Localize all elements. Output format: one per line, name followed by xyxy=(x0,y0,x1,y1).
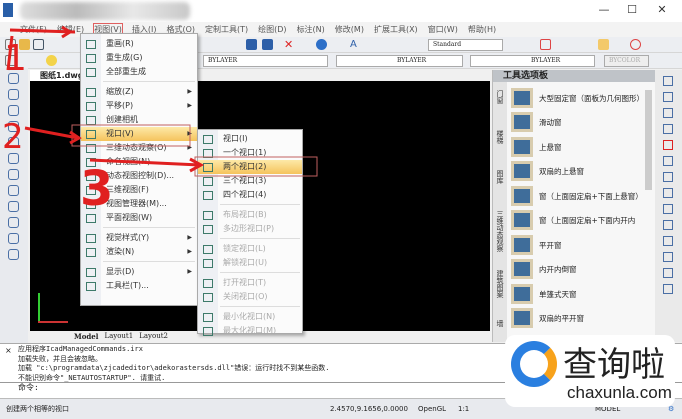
highlight-box-viewport xyxy=(71,124,191,147)
annotation-label: 2 xyxy=(2,117,24,157)
annotation-label: 3 xyxy=(80,161,113,217)
arrow-2 xyxy=(24,126,82,145)
watermark: 查询啦 chaxunla.com xyxy=(505,335,675,407)
highlight-box-two-viewports xyxy=(194,156,318,177)
watermark-url: chaxunla.com xyxy=(567,383,672,402)
watermark-logo-icon xyxy=(511,341,557,387)
annotation-label: 1 xyxy=(4,38,27,79)
watermark-name: 查询啦 xyxy=(563,345,665,385)
